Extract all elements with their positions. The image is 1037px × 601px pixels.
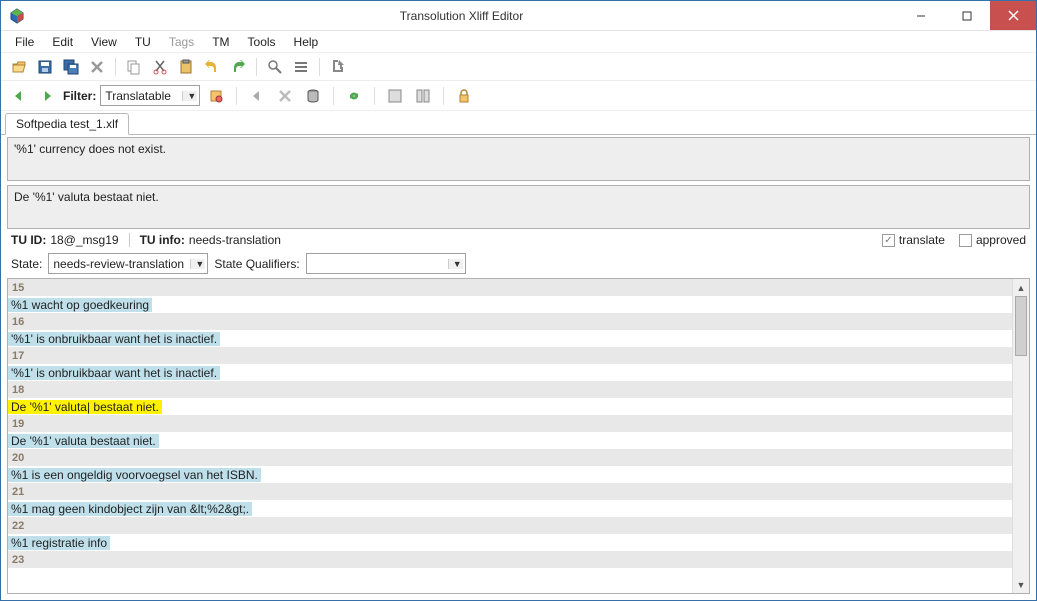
- app-window: Transolution Xliff Editor FileEditViewTU…: [0, 0, 1037, 601]
- segment-row[interactable]: %1 wacht op goedkeuring: [8, 296, 1012, 313]
- segment-row[interactable]: De '%1' valuta bestaat niet.: [8, 432, 1012, 449]
- menu-help[interactable]: Help: [286, 33, 327, 51]
- sync-icon[interactable]: [342, 85, 366, 107]
- source-pane: '%1' currency does not exist.: [7, 137, 1030, 181]
- chevron-down-icon: ▼: [190, 259, 205, 269]
- state-label: State:: [11, 257, 42, 271]
- export-icon[interactable]: [326, 56, 350, 78]
- next-icon[interactable]: [35, 85, 59, 107]
- row-number: 20: [8, 449, 1012, 466]
- menu-tools[interactable]: Tools: [240, 33, 284, 51]
- menu-tm[interactable]: TM: [204, 33, 237, 51]
- grid2-icon[interactable]: [411, 85, 435, 107]
- row-number: 23: [8, 551, 1012, 568]
- segment-row[interactable]: %1 mag geen kindobject zijn van &lt;%2&g…: [8, 500, 1012, 517]
- open-icon[interactable]: [7, 56, 31, 78]
- tu-id-value: 18@_msg19: [50, 233, 118, 247]
- app-icon: [9, 8, 25, 24]
- vertical-scrollbar[interactable]: ▲ ▼: [1012, 279, 1029, 593]
- chevron-down-icon: ▼: [448, 259, 463, 269]
- main-toolbar: [1, 53, 1036, 81]
- segment-row[interactable]: '%1' is onbruikbaar want het is inactief…: [8, 364, 1012, 381]
- cut-icon[interactable]: [148, 56, 172, 78]
- row-number: 17: [8, 347, 1012, 364]
- filter-apply-icon[interactable]: [204, 85, 228, 107]
- qualifiers-combo[interactable]: ▼: [306, 253, 466, 274]
- approved-checkbox[interactable]: [959, 234, 972, 247]
- scroll-down-icon[interactable]: ▼: [1013, 576, 1029, 593]
- save-all-icon[interactable]: [59, 56, 83, 78]
- tu-info-label: TU info:: [140, 233, 185, 247]
- document-tabs: Softpedia test_1.xlf: [1, 111, 1036, 135]
- tag-prev-icon[interactable]: [245, 85, 269, 107]
- row-number: 21: [8, 483, 1012, 500]
- tab-file[interactable]: Softpedia test_1.xlf: [5, 113, 129, 135]
- paste-icon[interactable]: [174, 56, 198, 78]
- copy-icon[interactable]: [122, 56, 146, 78]
- qualifiers-label: State Qualifiers:: [214, 257, 299, 271]
- close-button[interactable]: [990, 1, 1036, 30]
- row-number: 19: [8, 415, 1012, 432]
- database-icon[interactable]: [301, 85, 325, 107]
- menu-tu[interactable]: TU: [127, 33, 159, 51]
- tu-id-label: TU ID:: [11, 233, 46, 247]
- segment-row[interactable]: '%1' is onbruikbaar want het is inactief…: [8, 330, 1012, 347]
- filter-toolbar: Filter: Translatable▼: [1, 81, 1036, 111]
- target-pane[interactable]: De '%1' valuta bestaat niet.: [7, 185, 1030, 229]
- tu-info-value: needs-translation: [189, 233, 281, 247]
- filter-label: Filter:: [63, 89, 96, 103]
- translate-checkbox[interactable]: ✓: [882, 234, 895, 247]
- prev-icon[interactable]: [7, 85, 31, 107]
- scroll-up-icon[interactable]: ▲: [1013, 279, 1029, 296]
- window-buttons: [898, 1, 1036, 30]
- tu-info-bar: TU ID: 18@_msg19 TU info: needs-translat…: [1, 231, 1036, 249]
- menubar: FileEditViewTUTagsTMToolsHelp: [1, 31, 1036, 53]
- save-icon[interactable]: [33, 56, 57, 78]
- minimize-button[interactable]: [898, 1, 944, 30]
- menu-view[interactable]: View: [83, 33, 125, 51]
- filter-combo[interactable]: Translatable▼: [100, 85, 200, 106]
- segment-row[interactable]: %1 is een ongeldig voorvoegsel van het I…: [8, 466, 1012, 483]
- grid1-icon[interactable]: [383, 85, 407, 107]
- row-number: 22: [8, 517, 1012, 534]
- lock-icon[interactable]: [452, 85, 476, 107]
- approved-label: approved: [976, 233, 1026, 247]
- segment-row[interactable]: De '%1' valuta| bestaat niet.: [8, 398, 1012, 415]
- menu-edit[interactable]: Edit: [44, 33, 81, 51]
- tag-delete-icon[interactable]: [273, 85, 297, 107]
- row-number: 18: [8, 381, 1012, 398]
- state-combo[interactable]: needs-review-translation▼: [48, 253, 208, 274]
- row-number: 16: [8, 313, 1012, 330]
- redo-icon[interactable]: [226, 56, 250, 78]
- scroll-thumb[interactable]: [1015, 296, 1027, 356]
- search-icon[interactable]: [263, 56, 287, 78]
- undo-icon[interactable]: [200, 56, 224, 78]
- row-number: 15: [8, 279, 1012, 296]
- segment-row[interactable]: %1 registratie info: [8, 534, 1012, 551]
- segment-grid: 15%1 wacht op goedkeuring16'%1' is onbru…: [7, 278, 1030, 594]
- menu-tags: Tags: [161, 33, 202, 51]
- menu-file[interactable]: File: [7, 33, 42, 51]
- maximize-button[interactable]: [944, 1, 990, 30]
- state-bar: State: needs-review-translation▼ State Q…: [1, 249, 1036, 278]
- settings-icon[interactable]: [289, 56, 313, 78]
- titlebar: Transolution Xliff Editor: [1, 1, 1036, 31]
- delete-icon[interactable]: [85, 56, 109, 78]
- translate-label: translate: [899, 233, 945, 247]
- chevron-down-icon: ▼: [182, 91, 197, 101]
- window-title: Transolution Xliff Editor: [25, 9, 898, 23]
